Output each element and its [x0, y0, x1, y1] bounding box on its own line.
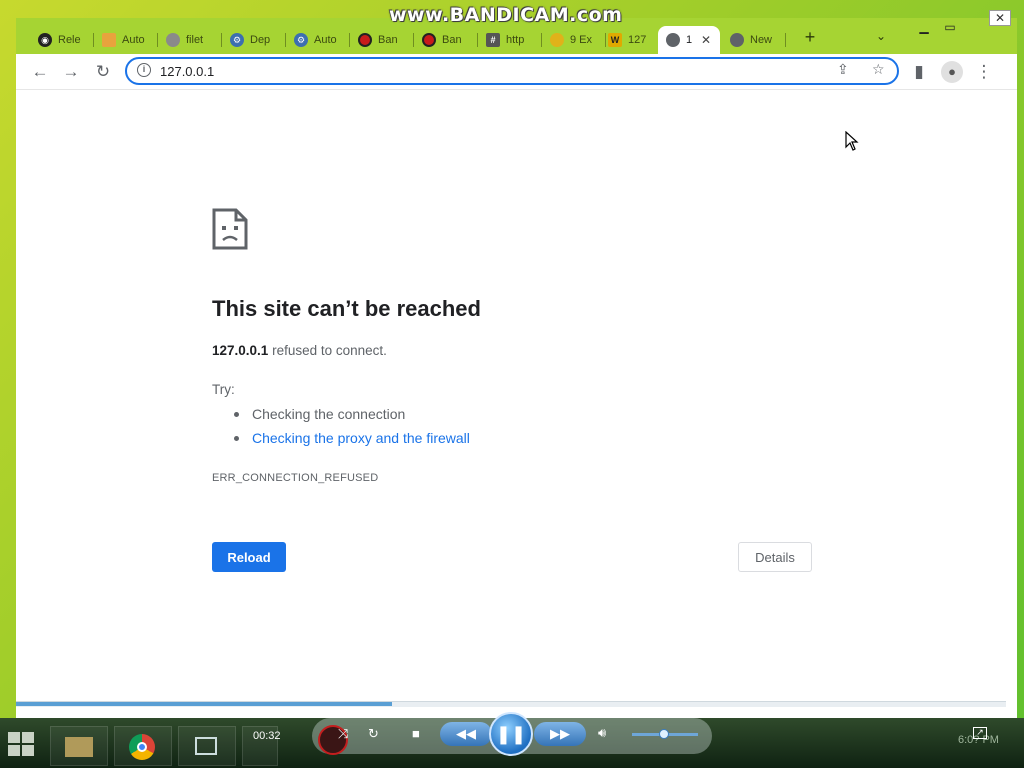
tab-title: 1 [686, 34, 693, 46]
tab-4[interactable]: ⚙ Dep [222, 26, 286, 54]
github-icon: ◉ [38, 33, 52, 47]
tab-title: 127 [628, 34, 647, 46]
chrome-window: ◉ Rele Auto filet ⚙ Dep ⚙ Auto Ban Ban # [16, 10, 1017, 720]
page-content: This site can’t be reached 127.0.0.1 ref… [16, 90, 1017, 720]
suggestion-list: Checking the connection Checking the pro… [234, 406, 470, 454]
suggestion-check-proxy-link[interactable]: Checking the proxy and the firewall [234, 430, 470, 446]
shuffle-icon[interactable]: ⤨ [338, 726, 348, 742]
tab-title: Rele [58, 34, 81, 46]
grid-icon: # [486, 33, 500, 47]
stop-icon[interactable]: ■ [412, 726, 420, 741]
tab-title: New [750, 34, 773, 46]
close-window-button[interactable]: ✕ [989, 10, 1011, 26]
switch-to-fullscreen-icon[interactable]: ↗ [973, 727, 987, 739]
suggestion-check-connection: Checking the connection [234, 406, 470, 422]
url-input[interactable] [160, 62, 800, 80]
media-seek-progress [16, 702, 393, 706]
repeat-icon[interactable]: ↻ [368, 726, 379, 742]
tab-9[interactable]: 9 Ex [542, 26, 606, 54]
record-icon [422, 33, 436, 47]
try-label: Try: [212, 382, 235, 397]
error-code: ERR_CONNECTION_REFUSED [212, 472, 379, 484]
error-message-text: refused to connect. [272, 343, 387, 358]
globe-icon [166, 33, 180, 47]
tab-8[interactable]: # http [478, 26, 542, 54]
profile-avatar-icon[interactable]: ● [941, 61, 963, 83]
reload-icon[interactable]: ↻ [92, 61, 114, 83]
next-button[interactable]: ▶▶ [534, 722, 586, 746]
tab-title: 9 Ex [570, 34, 593, 46]
bookmark-star-icon[interactable]: ☆ [872, 61, 885, 78]
tab-title: Auto [314, 34, 337, 46]
tab-active[interactable]: 1 ✕ [658, 26, 720, 54]
tab-3[interactable]: filet [158, 26, 222, 54]
forward-icon[interactable]: → [60, 61, 82, 83]
menu-kebab-icon[interactable]: ⋮ [973, 61, 995, 83]
bandicam-watermark: www.BANDICAM.com [389, 4, 623, 26]
media-player-controls: ⤨ ↻ ■ ◀◀ ❚❚ ▶▶ 🔊︎ [312, 712, 712, 756]
bulb-icon [550, 33, 564, 47]
tab-6[interactable]: Ban [350, 26, 414, 54]
minimize-button[interactable]: ▁ [913, 20, 935, 36]
tab-title: http [506, 34, 525, 46]
reload-button[interactable]: Reload [212, 542, 286, 572]
back-icon[interactable]: ← [29, 61, 51, 83]
record-icon [358, 33, 372, 47]
globe-icon [666, 33, 680, 47]
tab-title: Auto [122, 34, 145, 46]
tab-search-chevron-icon[interactable]: ⌄ [876, 29, 886, 43]
volume-icon[interactable]: 🔊︎ [598, 725, 606, 741]
tab-12[interactable]: New [722, 26, 786, 54]
chrome-icon [730, 33, 744, 47]
media-seek-bar[interactable] [16, 701, 1006, 707]
tab-title: filet [186, 34, 204, 46]
maximize-button[interactable]: ▭ [939, 20, 961, 36]
taskbar: 00:32 ⤨ ↻ ■ ◀◀ ❚❚ ▶▶ 🔊︎ 6:0? PM ↗ [0, 712, 1024, 768]
deploy-icon: ⚙ [230, 33, 244, 47]
taskbar-media-app-icon[interactable] [242, 726, 278, 766]
toolbar: ← → ↻ i ⇪ ☆ ▮ ● ⋮ [16, 54, 1017, 90]
tab-1[interactable]: ◉ Rele [30, 26, 94, 54]
mouse-cursor-icon [845, 131, 859, 151]
folder-icon [102, 33, 116, 47]
tab-5[interactable]: ⚙ Auto [286, 26, 350, 54]
tab-title: Ban [442, 34, 462, 46]
close-tab-icon[interactable]: ✕ [701, 33, 711, 47]
error-host: 127.0.0.1 [212, 343, 269, 358]
tab-10[interactable]: W 127 [600, 26, 664, 54]
error-title: This site can’t be reached [212, 296, 481, 321]
deploy-icon: ⚙ [294, 33, 308, 47]
taskbar-explorer-icon[interactable] [50, 726, 108, 766]
details-button[interactable]: Details [738, 542, 812, 572]
start-windows-icon[interactable] [8, 732, 38, 758]
tab-title: Ban [378, 34, 398, 46]
tab-2[interactable]: Auto [94, 26, 158, 54]
sad-page-icon [212, 208, 248, 250]
error-message: 127.0.0.1 refused to connect. [212, 343, 387, 358]
tab-7[interactable]: Ban [414, 26, 478, 54]
previous-button[interactable]: ◀◀ [440, 722, 492, 746]
volume-slider-knob[interactable] [659, 729, 669, 739]
side-panel-icon[interactable]: ▮ [908, 61, 930, 83]
tab-title: Dep [250, 34, 271, 46]
share-icon[interactable]: ⇪ [837, 61, 849, 78]
taskbar-windows-app-icon[interactable] [178, 726, 236, 766]
w-icon: W [608, 33, 622, 47]
site-info-icon[interactable]: i [137, 63, 151, 77]
address-bar[interactable]: i ⇪ ☆ [125, 57, 899, 85]
taskbar-chrome-icon[interactable] [114, 726, 172, 766]
pause-button[interactable]: ❚❚ [489, 712, 533, 756]
new-tab-button[interactable]: + [799, 26, 821, 48]
